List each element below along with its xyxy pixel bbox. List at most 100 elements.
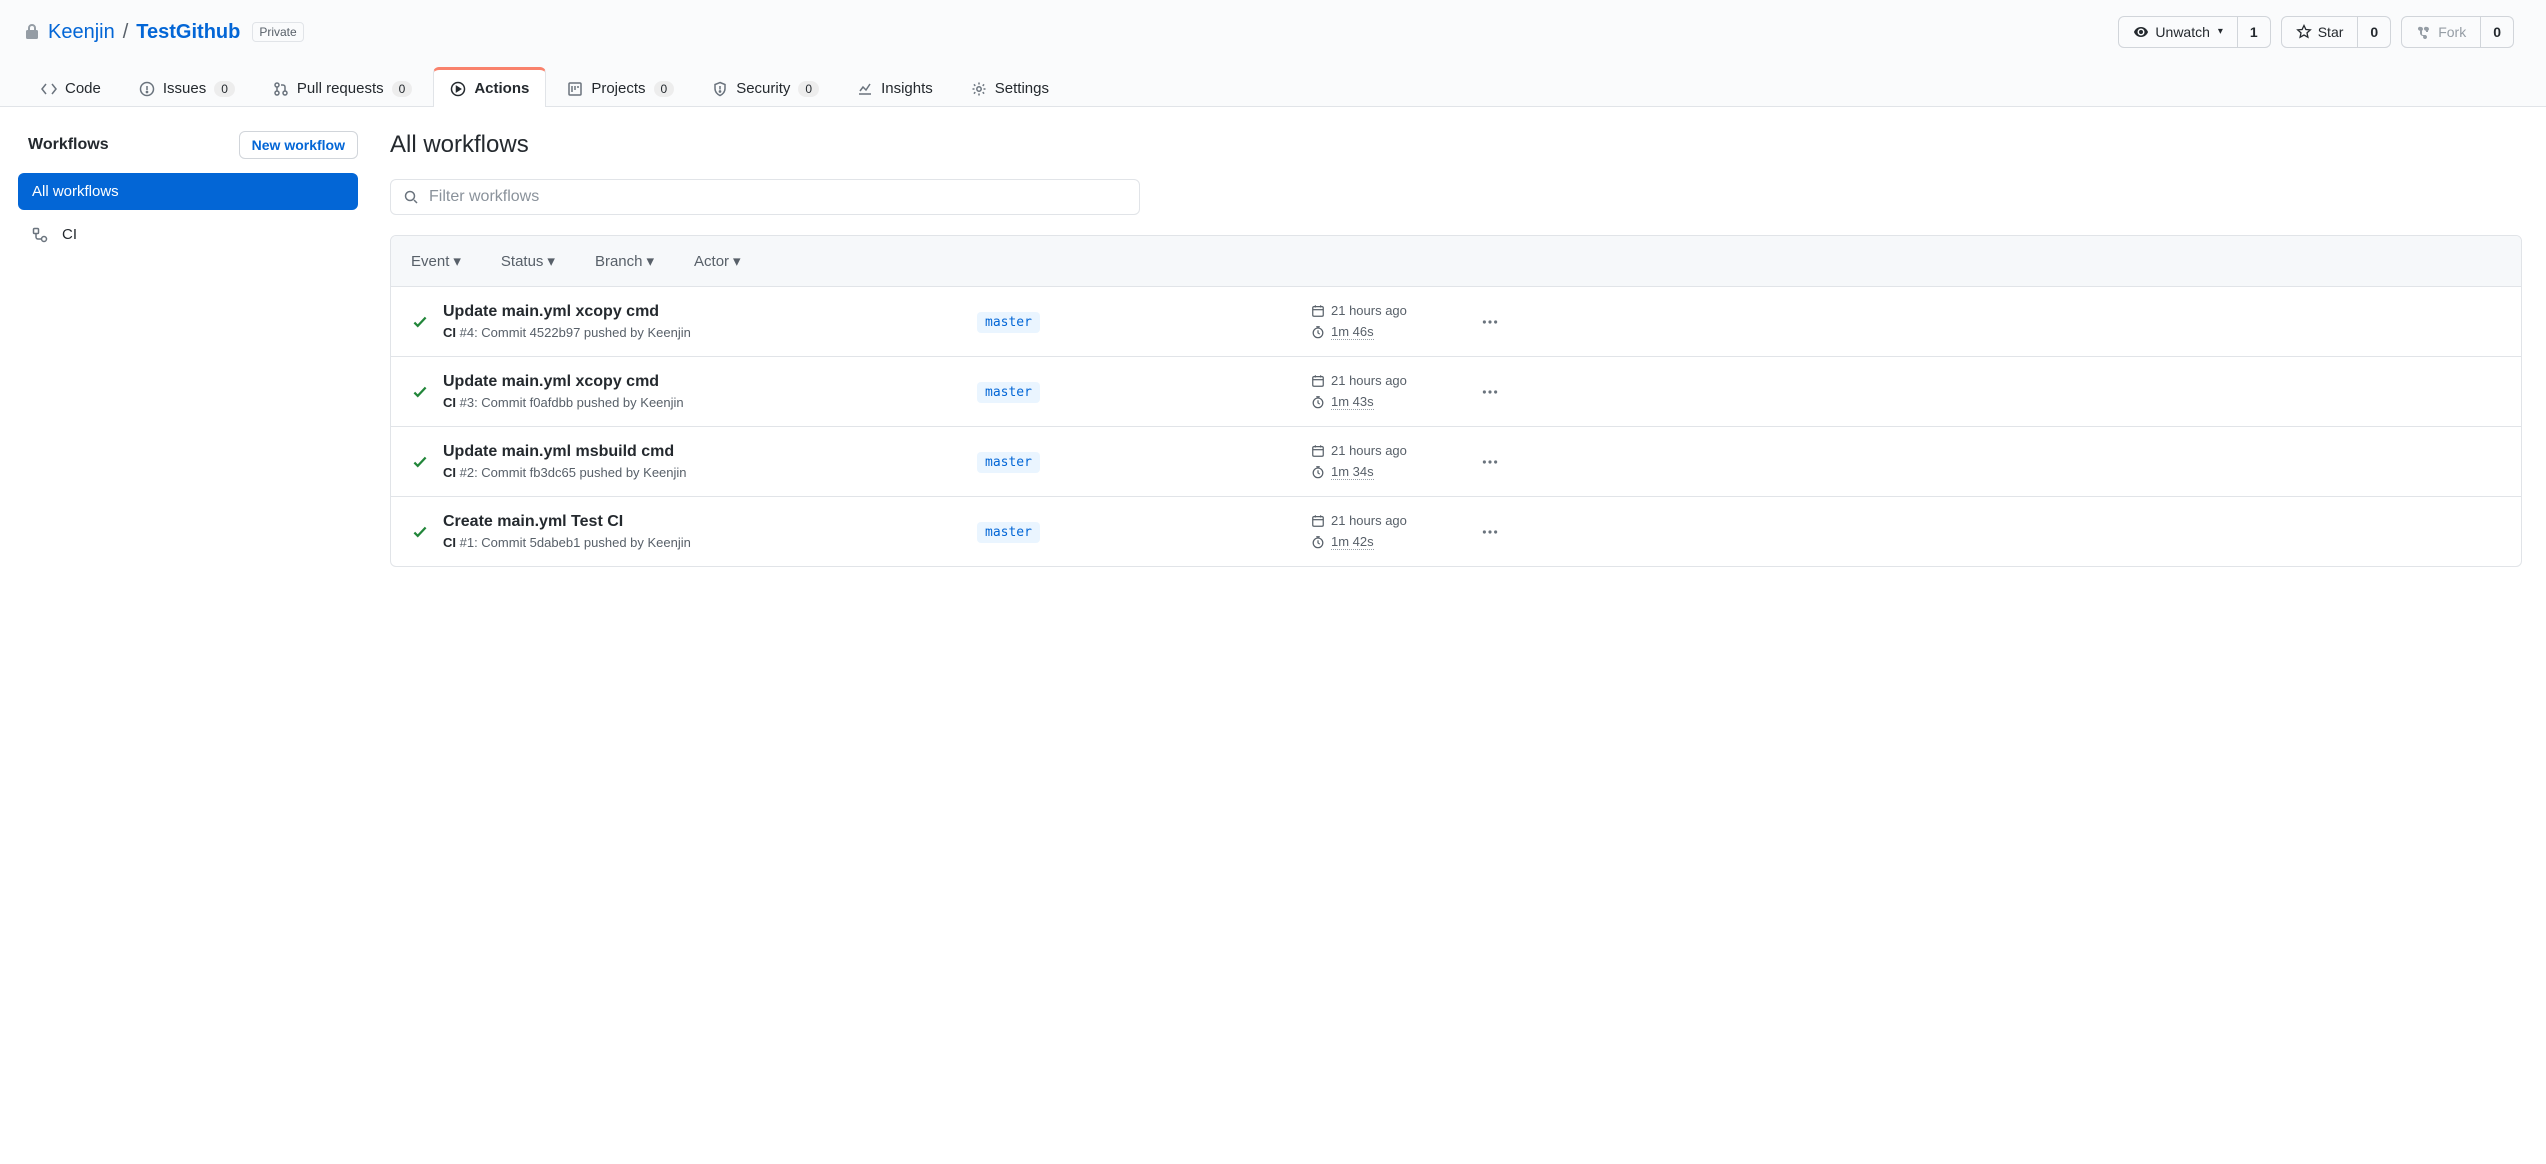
filter-status[interactable]: Status▾ bbox=[501, 252, 555, 270]
fork-button[interactable]: Fork bbox=[2401, 16, 2481, 48]
branch-column: master bbox=[977, 313, 1297, 330]
tab-insights[interactable]: Insights bbox=[840, 67, 950, 107]
search-icon bbox=[403, 189, 419, 205]
caret-down-icon: ▾ bbox=[547, 252, 555, 270]
workflow-run-row[interactable]: Update main.yml msbuild cmd CI #2: Commit… bbox=[391, 427, 2521, 497]
run-title[interactable]: Update main.yml xcopy cmd bbox=[443, 373, 963, 391]
tab-settings[interactable]: Settings bbox=[954, 67, 1066, 107]
tab-code[interactable]: Code bbox=[24, 67, 118, 107]
workflow-run-row[interactable]: Update main.yml xcopy cmd CI #3: Commit f… bbox=[391, 357, 2521, 427]
sidebar-ci-label: CI bbox=[62, 226, 77, 243]
sidebar-item-all-workflows[interactable]: All workflows bbox=[18, 173, 358, 210]
run-time: 21 hours ago bbox=[1331, 443, 1407, 458]
run-time: 21 hours ago bbox=[1331, 513, 1407, 528]
fork-icon bbox=[2416, 24, 2432, 40]
run-meta: 21 hours ago1m 43s bbox=[1311, 373, 1461, 410]
stopwatch-icon bbox=[1311, 465, 1325, 479]
star-button[interactable]: Star bbox=[2281, 16, 2359, 48]
tab-pull-requests[interactable]: Pull requests 0 bbox=[256, 67, 429, 107]
caret-down-icon: ▾ bbox=[2218, 22, 2223, 42]
caret-down-icon: ▾ bbox=[733, 252, 741, 270]
run-main: Update main.yml msbuild cmd CI #2: Commit… bbox=[443, 443, 963, 480]
code-icon bbox=[41, 81, 57, 97]
check-success-icon bbox=[411, 523, 429, 541]
tab-security-label: Security bbox=[736, 80, 790, 97]
run-subtitle: CI #2: Commit fb3dc65 pushed by Keenjin bbox=[443, 465, 963, 480]
tab-settings-label: Settings bbox=[995, 80, 1049, 97]
repo-header: Keenjin / TestGithub Private Unwatch ▾ 1 bbox=[0, 0, 2546, 107]
lock-icon bbox=[24, 24, 40, 40]
branch-badge[interactable]: master bbox=[977, 522, 1040, 543]
star-count[interactable]: 0 bbox=[2358, 16, 2391, 48]
run-subtitle: CI #1: Commit 5dabeb1 pushed by Keenjin bbox=[443, 535, 963, 550]
branch-column: master bbox=[977, 523, 1297, 540]
run-title[interactable]: Create main.yml Test CI bbox=[443, 513, 963, 531]
run-title[interactable]: Update main.yml xcopy cmd bbox=[443, 303, 963, 321]
caret-down-icon: ▾ bbox=[646, 252, 654, 270]
repo-link[interactable]: TestGithub bbox=[136, 21, 240, 43]
play-circle-icon bbox=[450, 81, 466, 97]
project-icon bbox=[567, 81, 583, 97]
tab-projects[interactable]: Projects 0 bbox=[550, 67, 691, 107]
tab-security[interactable]: Security 0 bbox=[695, 67, 836, 107]
branch-column: master bbox=[977, 453, 1297, 470]
gear-icon bbox=[971, 81, 987, 97]
new-workflow-button[interactable]: New workflow bbox=[239, 131, 358, 159]
run-meta: 21 hours ago 1m 34s bbox=[1311, 443, 1461, 480]
watch-count[interactable]: 1 bbox=[2238, 16, 2271, 48]
calendar-icon bbox=[1311, 374, 1325, 388]
graph-icon bbox=[857, 81, 873, 97]
path-separator: / bbox=[123, 21, 129, 44]
workflow-run-row[interactable]: Create main.yml Test CI CI #1: Commit 5da… bbox=[391, 497, 2521, 566]
filter-actor[interactable]: Actor▾ bbox=[694, 252, 741, 270]
run-time: 21 hours ago bbox=[1331, 303, 1407, 318]
run-time: 21 hours ago bbox=[1331, 373, 1407, 388]
owner-link[interactable]: Keenjin bbox=[48, 21, 115, 44]
sidebar-item-ci[interactable]: CI bbox=[18, 216, 358, 253]
branch-badge[interactable]: master bbox=[977, 452, 1040, 473]
calendar-icon bbox=[1311, 514, 1325, 528]
projects-count: 0 bbox=[654, 81, 675, 97]
run-menu-button[interactable] bbox=[1475, 517, 1505, 547]
page-title: All workflows bbox=[390, 131, 2522, 159]
repo-actions: Unwatch ▾ 1 Star 0 F bbox=[2118, 16, 2514, 48]
pulls-count: 0 bbox=[392, 81, 413, 97]
run-meta: 21 hours ago1m 46s bbox=[1311, 303, 1461, 340]
check-success-icon bbox=[411, 383, 429, 401]
filter-workflows-input-wrap[interactable] bbox=[390, 179, 1140, 215]
check-success-icon bbox=[411, 453, 429, 471]
workflows-sidebar: Workflows New workflow All workflows CI bbox=[18, 131, 358, 567]
run-menu-button[interactable] bbox=[1475, 307, 1505, 337]
tab-issues[interactable]: Issues 0 bbox=[122, 67, 252, 107]
branch-badge[interactable]: master bbox=[977, 312, 1040, 333]
run-main: Create main.yml Test CI CI #1: Commit 5da… bbox=[443, 513, 963, 550]
workflow-runs-list: Event▾ Status▾ Branch▾ Actor▾ Update mai… bbox=[390, 235, 2522, 567]
branch-badge[interactable]: master bbox=[977, 382, 1040, 403]
stopwatch-icon bbox=[1311, 395, 1325, 409]
visibility-badge: Private bbox=[252, 22, 303, 42]
calendar-icon bbox=[1311, 304, 1325, 318]
run-duration: 1m 42s bbox=[1331, 534, 1374, 550]
fork-count[interactable]: 0 bbox=[2481, 16, 2514, 48]
stopwatch-icon bbox=[1311, 325, 1325, 339]
sidebar-heading: Workflows bbox=[28, 136, 109, 154]
unwatch-label: Unwatch bbox=[2155, 22, 2209, 42]
unwatch-button[interactable]: Unwatch ▾ bbox=[2118, 16, 2238, 48]
filter-workflows-input[interactable] bbox=[429, 188, 1127, 206]
issue-icon bbox=[139, 81, 155, 97]
caret-down-icon: ▾ bbox=[453, 252, 461, 270]
star-icon bbox=[2296, 24, 2312, 40]
tab-actions[interactable]: Actions bbox=[433, 67, 546, 107]
run-menu-button[interactable] bbox=[1475, 377, 1505, 407]
tab-projects-label: Projects bbox=[591, 80, 645, 97]
filter-event[interactable]: Event▾ bbox=[411, 252, 461, 270]
filter-branch[interactable]: Branch▾ bbox=[595, 252, 654, 270]
run-duration: 1m 34s bbox=[1331, 464, 1374, 480]
workflow-run-row[interactable]: Update main.yml xcopy cmdCI #4: Commit 4… bbox=[391, 287, 2521, 357]
repo-tabs: Code Issues 0 Pull requests 0 Actions Pr… bbox=[0, 66, 2546, 106]
run-subtitle: CI #3: Commit f0afdbb pushed by Keenjin bbox=[443, 395, 963, 410]
run-title[interactable]: Update main.yml msbuild cmd bbox=[443, 443, 963, 461]
run-menu-button[interactable] bbox=[1475, 447, 1505, 477]
run-main: Update main.yml xcopy cmd CI #3: Commit f… bbox=[443, 373, 963, 410]
fork-label: Fork bbox=[2438, 22, 2466, 42]
